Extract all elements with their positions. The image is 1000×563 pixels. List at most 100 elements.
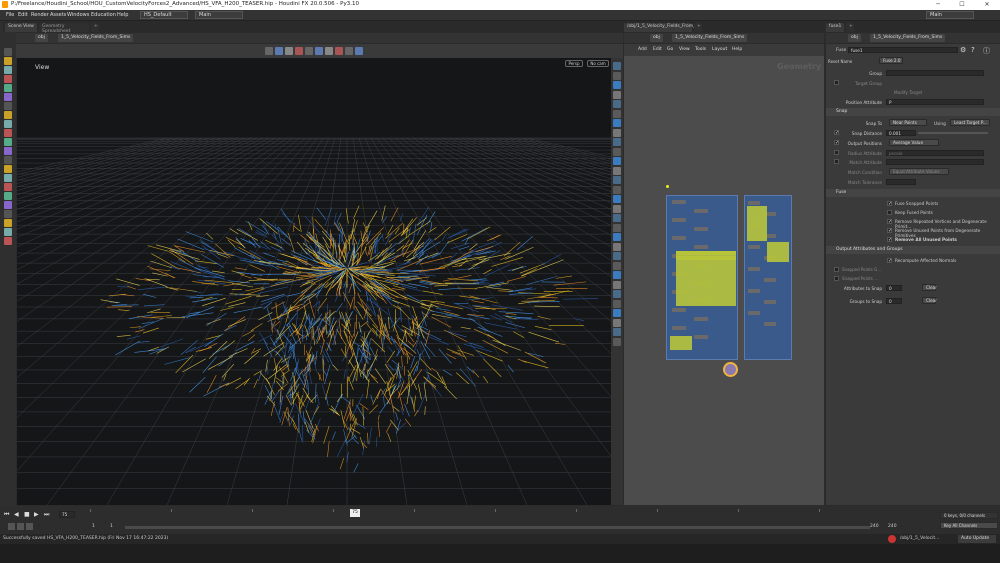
right-tool-icon-25[interactable] xyxy=(613,299,621,308)
right-tool-icon-10[interactable] xyxy=(613,157,621,165)
left-tool-icon-6[interactable] xyxy=(4,102,12,110)
viewport-tool-icon-7[interactable] xyxy=(335,47,343,55)
left-tool-icon-18[interactable] xyxy=(4,210,12,218)
status-path[interactable]: /obj/1_5_Velocit... xyxy=(900,536,939,541)
range-icon[interactable] xyxy=(17,523,24,530)
match-tol-field[interactable] xyxy=(886,179,916,185)
current-frame-field[interactable]: 75 xyxy=(59,511,75,518)
desktop-main-select[interactable]: Main xyxy=(195,11,243,19)
network-node[interactable] xyxy=(748,311,760,315)
network-node[interactable] xyxy=(694,227,708,231)
path-obj[interactable]: obj xyxy=(35,34,48,42)
snapped-points-attr-checkbox[interactable] xyxy=(834,276,839,281)
stop-icon[interactable]: ■ xyxy=(24,511,30,518)
network-node[interactable] xyxy=(748,289,760,293)
fuse-version-select[interactable]: Fuse 2.0 xyxy=(879,57,903,64)
left-tool-icon-5[interactable] xyxy=(4,93,12,101)
right-tool-icon-8[interactable] xyxy=(613,138,621,146)
left-tool-icon-13[interactable] xyxy=(4,165,12,173)
error-icon[interactable] xyxy=(888,535,896,543)
left-tool-icon-21[interactable] xyxy=(4,237,12,245)
loop-icon[interactable] xyxy=(26,523,33,530)
minimize-button[interactable]: ─ xyxy=(926,0,950,10)
keys-channels-label[interactable]: 0 keys, 0/0 channels xyxy=(940,512,998,519)
left-tool-icon-20[interactable] xyxy=(4,228,12,236)
viewport-tool-icon-5[interactable] xyxy=(315,47,323,55)
highlighted-node-group[interactable] xyxy=(767,242,789,262)
viewport-tool-icon-8[interactable] xyxy=(345,47,353,55)
tab-network[interactable]: /obj/1_5_Velocity_Fields_From_... xyxy=(624,23,700,32)
left-tool-icon-19[interactable] xyxy=(4,219,12,227)
range-start[interactable]: 1 xyxy=(92,524,95,529)
tab-geometry-spreadsheet[interactable]: Geometry Spreadsheet xyxy=(39,23,89,34)
right-tool-icon-17[interactable] xyxy=(613,223,621,232)
net-menu-tools[interactable]: Tools xyxy=(695,47,706,52)
right-tool-icon-18[interactable] xyxy=(613,233,621,241)
left-tool-icon-4[interactable] xyxy=(4,84,12,92)
highlighted-node-group[interactable] xyxy=(747,206,767,241)
snapped-points-group-checkbox[interactable] xyxy=(834,267,839,272)
recompute-checkbox[interactable]: ✓ xyxy=(887,258,892,264)
right-tool-icon-4[interactable] xyxy=(613,100,621,108)
right-tool-icon-6[interactable] xyxy=(613,119,621,127)
auto-update-select[interactable]: Auto Update xyxy=(958,535,996,543)
viewport-tool-icon-6[interactable] xyxy=(325,47,333,55)
left-tool-icon-16[interactable] xyxy=(4,192,12,200)
help-icon[interactable]: ? xyxy=(971,46,979,54)
highlighted-node-group[interactable] xyxy=(670,336,692,350)
viewport-tool-icon-4[interactable] xyxy=(305,47,313,55)
right-tool-icon-22[interactable] xyxy=(613,271,621,279)
right-tool-icon-1[interactable] xyxy=(613,71,621,80)
key-all-channels-button[interactable]: Key All Channels xyxy=(940,522,998,529)
range-slider[interactable] xyxy=(125,526,870,529)
network-add-tab-button[interactable]: + xyxy=(694,23,702,32)
right-tool-icon-27[interactable] xyxy=(613,318,621,327)
jump-start-icon[interactable]: ⏮ xyxy=(4,511,9,519)
camera-button[interactable]: No cam xyxy=(587,60,609,67)
jump-end-icon[interactable]: ⏭ xyxy=(44,511,49,519)
params-path-node[interactable]: 1_5_Velocity_Fields_From_Sims xyxy=(870,34,946,42)
fuse-opt-checkbox-0[interactable]: ✓ xyxy=(887,201,892,207)
left-tool-icon-11[interactable] xyxy=(4,147,12,155)
range-start-2[interactable]: 1 xyxy=(110,524,113,529)
selected-fuse-node[interactable] xyxy=(723,362,738,377)
network-node[interactable] xyxy=(764,300,776,304)
network-editor[interactable]: Geometry xyxy=(624,56,824,505)
viewport-tool-icon-2[interactable] xyxy=(285,47,293,55)
fuse-opt-checkbox-3[interactable]: ✓ xyxy=(887,228,892,234)
network-node[interactable] xyxy=(672,200,686,204)
maximize-button[interactable]: ☐ xyxy=(950,0,974,10)
net-menu-go[interactable]: Go xyxy=(667,47,673,52)
network-node[interactable] xyxy=(672,218,686,222)
using-select[interactable]: Least Target P... xyxy=(950,119,990,126)
net-path-node[interactable]: 1_5_Velocity_Fields_From_Sims xyxy=(672,34,748,42)
attrs-to-snap-field[interactable]: 0 xyxy=(886,285,902,291)
network-node[interactable] xyxy=(764,278,776,282)
right-tool-icon-13[interactable] xyxy=(613,185,621,194)
menu-help[interactable]: Help xyxy=(117,12,128,18)
network-node[interactable] xyxy=(694,245,708,249)
net-menu-help[interactable]: Help xyxy=(732,47,742,52)
params-path-obj[interactable]: obj xyxy=(848,34,861,42)
fuse-opt-checkbox-2[interactable]: ✓ xyxy=(887,219,892,225)
realtime-icon[interactable] xyxy=(8,523,15,530)
right-tool-icon-21[interactable] xyxy=(613,261,621,270)
node-name-field[interactable]: fuse1 xyxy=(848,47,958,53)
radius-attr-field[interactable]: pscale xyxy=(886,150,984,156)
viewport-tool-icon-9[interactable] xyxy=(355,47,363,55)
net-menu-view[interactable]: View xyxy=(679,47,690,52)
menu-edit[interactable]: Edit xyxy=(18,12,28,18)
menu-education[interactable]: Education xyxy=(91,12,116,18)
menu-file[interactable]: File xyxy=(6,12,14,18)
network-node[interactable] xyxy=(672,326,686,330)
fuse-opt-checkbox-4[interactable]: ✓ xyxy=(887,237,892,243)
network-node[interactable] xyxy=(764,322,776,326)
left-tool-icon-0[interactable] xyxy=(4,48,12,56)
right-tool-icon-11[interactable] xyxy=(613,166,621,175)
network-node[interactable] xyxy=(694,317,708,321)
viewport-tool-icon-1[interactable] xyxy=(275,47,283,55)
output-positions-select[interactable]: Average Value xyxy=(889,139,939,146)
right-tool-icon-12[interactable] xyxy=(613,176,621,184)
close-button[interactable]: ✕ xyxy=(975,0,999,10)
position-attr-field[interactable]: P xyxy=(886,99,984,105)
